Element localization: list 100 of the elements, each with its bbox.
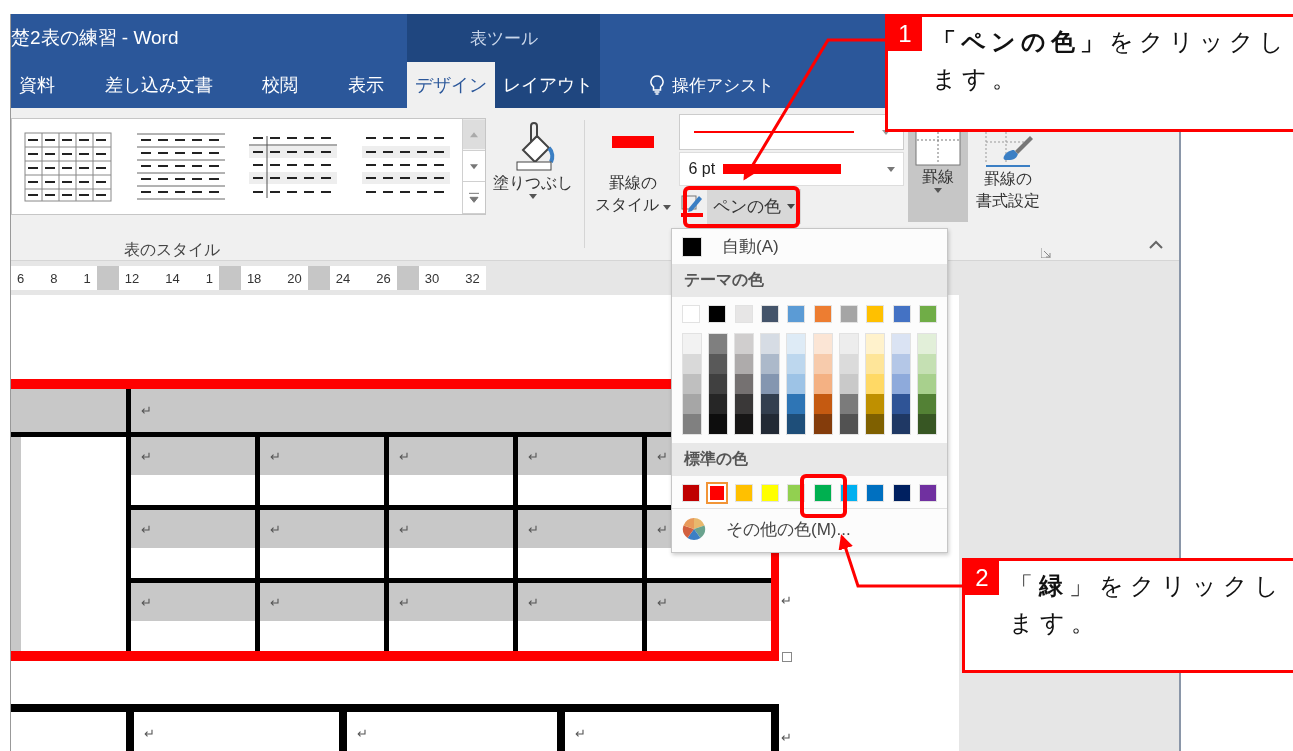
color-swatch[interactable] <box>787 374 806 394</box>
color-swatch[interactable] <box>735 374 754 394</box>
line-style-dropdown[interactable] <box>679 114 905 150</box>
table-style-thumbnail[interactable] <box>136 131 225 202</box>
shading-button[interactable]: 塗りつぶし <box>489 118 577 215</box>
color-swatch[interactable] <box>918 394 936 414</box>
table-cell: ↵ <box>389 437 513 475</box>
color-swatch[interactable] <box>866 305 885 323</box>
ribbon-tab[interactable]: デザイン <box>407 62 495 108</box>
color-swatch[interactable] <box>891 374 910 394</box>
color-swatch[interactable] <box>761 354 780 374</box>
group-label: 表のスタイル <box>124 240 221 260</box>
color-swatch[interactable] <box>839 414 858 434</box>
color-swatch[interactable] <box>761 374 780 394</box>
color-swatch[interactable] <box>918 334 936 354</box>
automatic-color-item[interactable]: 自動(A) <box>672 229 947 264</box>
color-swatch[interactable] <box>761 305 779 323</box>
color-swatch[interactable] <box>787 414 806 434</box>
color-swatch[interactable] <box>761 394 780 414</box>
color-swatch[interactable] <box>891 334 910 354</box>
color-swatch[interactable] <box>813 414 832 434</box>
color-swatch[interactable] <box>839 354 858 374</box>
color-swatch[interactable] <box>708 305 727 323</box>
color-swatch[interactable] <box>866 484 885 502</box>
ruler-column-marker[interactable] <box>307 266 330 290</box>
color-swatch[interactable] <box>709 394 728 414</box>
color-swatch[interactable] <box>735 334 754 354</box>
color-swatch[interactable] <box>682 305 700 323</box>
table-style-thumbnail[interactable] <box>24 131 113 202</box>
color-swatch[interactable] <box>918 354 936 374</box>
ribbon-tab[interactable]: 資料 <box>11 73 63 97</box>
pen-weight-dropdown[interactable]: 6 pt <box>679 152 905 186</box>
color-swatch[interactable] <box>683 394 701 414</box>
color-swatch[interactable] <box>709 354 728 374</box>
color-swatch[interactable] <box>865 414 884 434</box>
color-swatch[interactable] <box>839 334 858 354</box>
color-swatch[interactable] <box>787 334 806 354</box>
color-swatch[interactable] <box>683 354 701 374</box>
pen-color-button[interactable]: ペンの色 <box>707 188 802 224</box>
color-swatch[interactable] <box>892 305 911 323</box>
color-swatch[interactable] <box>761 414 780 434</box>
color-swatch[interactable] <box>682 484 700 502</box>
color-swatch[interactable] <box>865 394 884 414</box>
color-swatch[interactable] <box>787 305 806 323</box>
color-swatch[interactable] <box>735 414 754 434</box>
color-swatch[interactable] <box>918 305 937 323</box>
color-swatch[interactable] <box>787 354 806 374</box>
color-swatch[interactable] <box>918 374 936 394</box>
color-swatch[interactable] <box>761 484 779 502</box>
color-swatch[interactable] <box>813 484 832 502</box>
ruler-column-marker[interactable] <box>396 266 419 290</box>
ruler-column-marker[interactable] <box>218 266 241 290</box>
line-sample-icon <box>723 164 842 174</box>
color-swatch[interactable] <box>734 305 753 323</box>
color-swatch[interactable] <box>839 374 858 394</box>
ruler-number: 1 <box>83 270 91 286</box>
color-swatch[interactable] <box>918 414 936 434</box>
color-swatch[interactable] <box>891 414 910 434</box>
color-swatch[interactable] <box>709 374 728 394</box>
color-swatch[interactable] <box>813 374 832 394</box>
scroll-up-icon[interactable] <box>463 119 485 151</box>
step-number: 2 <box>965 561 999 595</box>
color-swatch[interactable] <box>918 484 937 502</box>
context-tab-title: 表ツール <box>407 14 600 62</box>
table-cell: ↵ <box>518 437 642 475</box>
color-swatch[interactable] <box>891 394 910 414</box>
pen-style-button[interactable]: 罫線の スタイル <box>591 114 676 218</box>
color-swatch[interactable] <box>865 334 884 354</box>
color-swatch[interactable] <box>709 334 728 354</box>
table-resize-handle-icon[interactable] <box>781 652 792 662</box>
border-painter-button[interactable]: 罫線の 書式設定 <box>972 114 1045 214</box>
color-swatch[interactable] <box>892 484 911 502</box>
color-swatch[interactable] <box>839 305 858 323</box>
color-swatch[interactable] <box>813 394 832 414</box>
color-swatch[interactable] <box>813 334 832 354</box>
color-swatch[interactable] <box>683 414 701 434</box>
ruler-column-marker[interactable] <box>96 266 119 290</box>
color-swatch[interactable] <box>787 394 806 414</box>
color-swatch[interactable] <box>839 394 858 414</box>
color-swatch[interactable] <box>891 354 910 374</box>
dialog-launcher-icon[interactable] <box>1041 248 1051 258</box>
color-swatch[interactable] <box>761 334 780 354</box>
tell-me-field[interactable]: 操作アシスト <box>650 62 774 108</box>
color-swatch[interactable] <box>865 354 884 374</box>
color-swatch[interactable] <box>683 334 701 354</box>
color-swatch[interactable] <box>813 354 832 374</box>
color-swatch[interactable] <box>865 374 884 394</box>
table-style-gallery[interactable] <box>11 118 486 215</box>
color-swatch[interactable] <box>813 305 832 323</box>
color-swatch[interactable] <box>735 354 754 374</box>
table-cell: ↵ <box>389 510 513 548</box>
color-swatch[interactable] <box>683 374 701 394</box>
ribbon-tab[interactable]: レイアウト <box>495 62 601 108</box>
ribbon-tab[interactable]: 差し込み文書 <box>96 73 221 97</box>
color-swatch[interactable] <box>734 484 753 502</box>
ribbon-tab[interactable]: 校閲 <box>254 73 307 97</box>
color-swatch[interactable] <box>709 414 728 434</box>
color-swatch[interactable] <box>735 394 754 414</box>
ribbon-tab[interactable]: 表示 <box>339 73 392 97</box>
collapse-ribbon-icon[interactable] <box>1149 240 1163 249</box>
